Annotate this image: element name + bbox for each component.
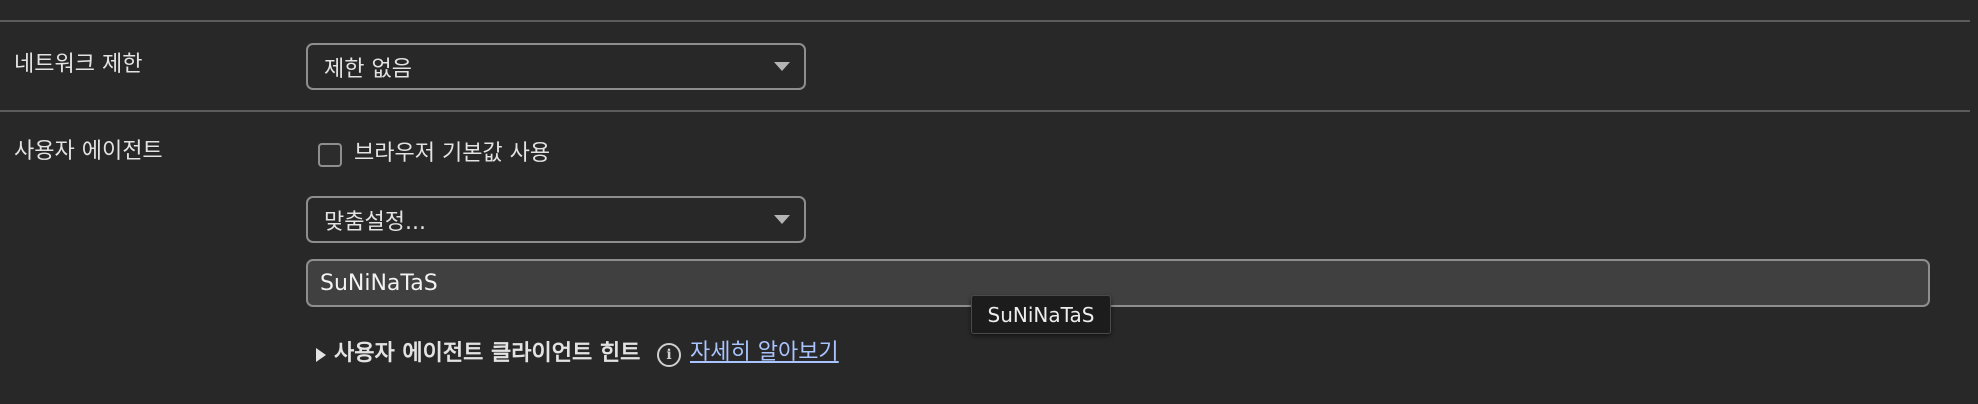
user-agent-tooltip: SuNiNaTaS — [971, 295, 1111, 334]
info-icon: i — [657, 343, 681, 367]
custom-user-agent-value: SuNiNaTaS — [320, 270, 438, 296]
chevron-down-icon — [774, 61, 790, 71]
triangle-right-icon[interactable] — [316, 348, 326, 362]
learn-more-link[interactable]: 자세히 알아보기 — [690, 338, 839, 368]
user-agent-label: 사용자 에이전트 — [14, 139, 163, 164]
use-browser-default-label[interactable]: 브라우저 기본값 사용 — [354, 139, 550, 169]
middle-divider — [0, 110, 1970, 112]
chevron-down-icon — [774, 214, 790, 224]
network-limit-select[interactable]: 제한 없음 — [306, 43, 806, 90]
client-hints-toggle[interactable]: 사용자 에이전트 클라이언트 힌트 — [334, 339, 640, 369]
user-agent-preset-selected-value: 맞춤설정... — [324, 209, 426, 235]
network-limit-label: 네트워크 제한 — [14, 52, 143, 77]
network-conditions-panel: 네트워크 제한 제한 없음 사용자 에이전트 브라우저 기본값 사용 맞춤설정.… — [0, 0, 1978, 404]
use-browser-default-checkbox[interactable] — [318, 143, 342, 167]
top-divider — [0, 20, 1970, 22]
network-limit-selected-value: 제한 없음 — [324, 56, 412, 82]
user-agent-preset-select[interactable]: 맞춤설정... — [306, 196, 806, 243]
custom-user-agent-input[interactable]: SuNiNaTaS — [306, 259, 1930, 307]
